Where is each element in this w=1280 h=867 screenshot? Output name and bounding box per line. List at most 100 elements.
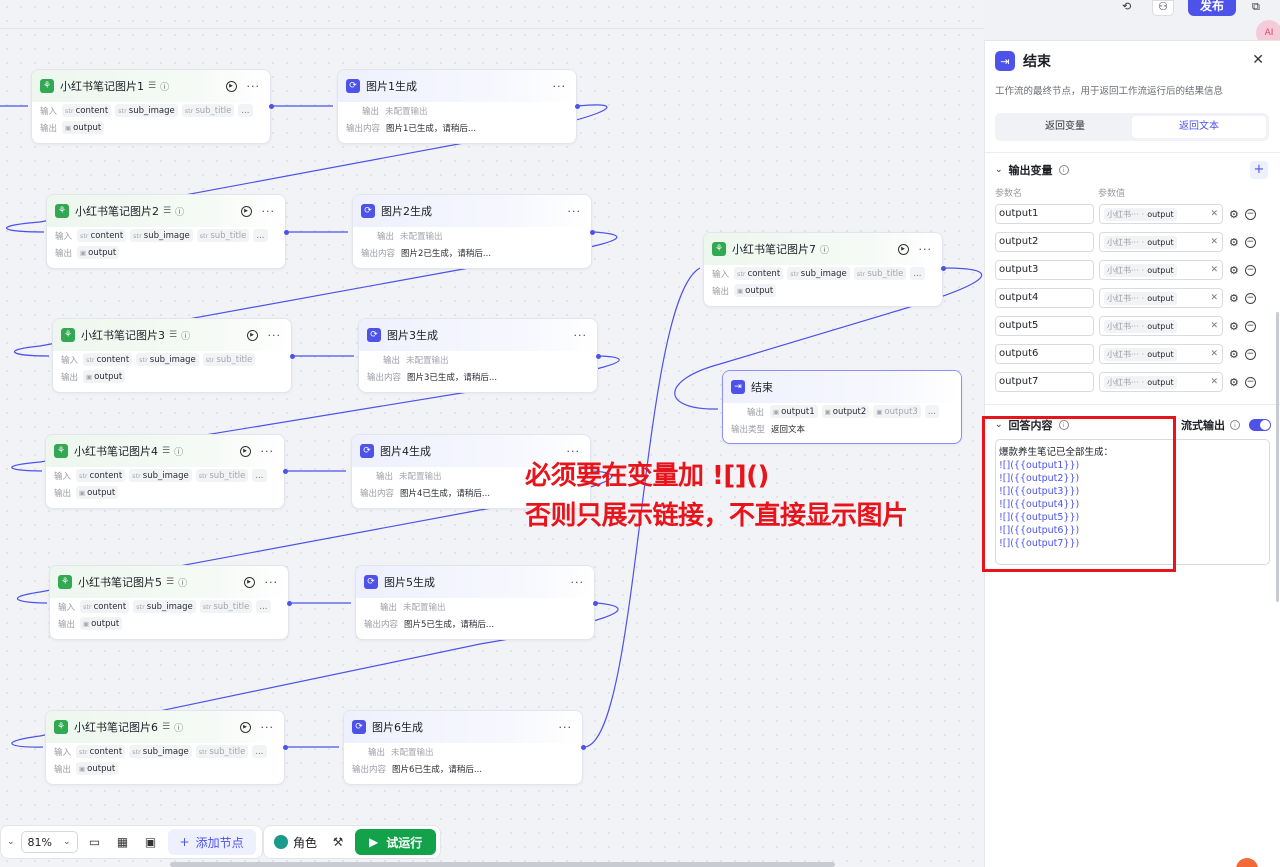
gear-icon[interactable]: ⚙ [1229, 320, 1239, 333]
workflow-canvas[interactable]: ⚘ 小红书笔记图片1 ☰ ⓘ ▶ ··· 输入 str content str su… [0, 0, 984, 867]
node-xhs-image-6[interactable]: ⚘ 小红书笔记图片6 ☰ ⓘ ▶ ··· 输入 str content str su… [45, 710, 285, 785]
gear-icon[interactable]: ⚙ [1229, 292, 1239, 305]
remove-icon[interactable]: − [1244, 264, 1256, 276]
port[interactable] [283, 745, 288, 750]
more-icon[interactable]: ··· [559, 721, 573, 734]
add-variable-button[interactable]: + [1250, 161, 1268, 179]
zoom-select[interactable]: 81% ⌄ [20, 831, 78, 853]
node-gen-image-2[interactable]: ⟳ 图片2生成 ··· 输出 未配置输出 输出内容 图片2已生成，请稍后... [352, 194, 592, 269]
port[interactable] [290, 354, 295, 359]
clear-icon[interactable]: ✕ [1210, 349, 1218, 359]
node-gen-image-3[interactable]: ⟳ 图片3生成 ··· 输出 未配置输出 输出内容 图片3已生成，请稍后... [358, 318, 598, 393]
clear-icon[interactable]: ✕ [1210, 293, 1218, 303]
var-name-input[interactable]: output1 [995, 204, 1094, 224]
more-icon[interactable]: ··· [262, 205, 276, 218]
remove-icon[interactable]: − [1244, 320, 1256, 332]
vertical-scrollbar[interactable] [1276, 312, 1279, 602]
clear-icon[interactable]: ✕ [1210, 321, 1218, 331]
clear-icon[interactable]: ✕ [1210, 237, 1218, 247]
clear-icon[interactable]: ✕ [1210, 377, 1218, 387]
var-name-input[interactable]: output4 [995, 288, 1094, 308]
port[interactable] [581, 745, 586, 750]
var-value-select[interactable]: 小红书··· · output ✕ [1099, 344, 1223, 364]
run-node-icon[interactable]: ▶ [239, 445, 251, 457]
node-xhs-image-1[interactable]: ⚘ 小红书笔记图片1 ☰ ⓘ ▶ ··· 输入 str content str su… [31, 69, 271, 144]
port[interactable] [590, 230, 595, 235]
add-node-button[interactable]: + 添加节点 [167, 829, 256, 855]
chevron-icon[interactable]: ⌄ [7, 837, 15, 847]
more-icon[interactable]: ··· [553, 80, 567, 93]
stream-toggle[interactable] [1249, 419, 1271, 431]
var-name-input[interactable]: output2 [995, 232, 1094, 252]
collaborate-icon[interactable]: ⚇ [1152, 0, 1174, 16]
var-name-input[interactable]: output3 [995, 260, 1094, 280]
remove-icon[interactable]: − [1244, 236, 1256, 248]
var-value-select[interactable]: 小红书··· · output ✕ [1099, 260, 1223, 280]
node-xhs-image-5[interactable]: ⚘ 小红书笔记图片5 ☰ ⓘ ▶ ··· 输入 str content str su… [49, 565, 289, 640]
horizontal-scrollbar[interactable] [170, 862, 835, 867]
output-vars-section[interactable]: ⌄ 输出变量 i [995, 162, 1069, 178]
port[interactable] [269, 104, 274, 109]
gear-icon[interactable]: ⚙ [1229, 208, 1239, 221]
more-icon[interactable]: ··· [574, 329, 588, 342]
node-gen-image-5[interactable]: ⟳ 图片5生成 ··· 输出 未配置输出 输出内容 图片5已生成，请稍后... [355, 565, 595, 640]
var-value-select[interactable]: 小红书··· · output ✕ [1099, 232, 1223, 252]
gear-icon[interactable]: ⚙ [1229, 264, 1239, 277]
node-end[interactable]: ⇥ 结束 输出 ▣ output1 ▣ output2 ▣ output3 ... 输… [722, 370, 962, 444]
tab-return-text[interactable]: 返回文本 [1132, 116, 1266, 138]
remove-icon[interactable]: − [1244, 348, 1256, 360]
port[interactable] [596, 354, 601, 359]
run-node-icon[interactable]: ▶ [246, 329, 258, 341]
remove-icon[interactable]: − [1244, 208, 1256, 220]
more-icon[interactable]: ··· [261, 445, 275, 458]
port[interactable] [593, 601, 598, 606]
node-xhs-image-3[interactable]: ⚘ 小红书笔记图片3 ☰ ⓘ ▶ ··· 输入 str content str su… [52, 318, 292, 393]
clear-icon[interactable]: ✕ [1210, 265, 1218, 275]
var-name-input[interactable]: output6 [995, 344, 1094, 364]
more-icon[interactable]: ··· [261, 721, 275, 734]
port[interactable] [941, 266, 946, 271]
gear-icon[interactable]: ⚙ [1229, 376, 1239, 389]
var-value-select[interactable]: 小红书··· · output ✕ [1099, 316, 1223, 336]
wrench-icon[interactable]: ⚒ [327, 835, 349, 849]
grid-icon[interactable]: ▦ [112, 835, 134, 849]
more-icon[interactable]: ··· [919, 243, 933, 256]
close-icon[interactable]: ✕ [1252, 52, 1264, 68]
node-gen-image-6[interactable]: ⟳ 图片6生成 ··· 输出 未配置输出 输出内容 图片6已生成，请稍后... [343, 710, 583, 785]
more-icon[interactable]: ··· [247, 80, 261, 93]
var-value-select[interactable]: 小红书··· · output ✕ [1099, 288, 1223, 308]
port[interactable] [283, 469, 288, 474]
var-name-input[interactable]: output7 [995, 372, 1094, 392]
comment-icon[interactable]: ▭ [84, 835, 106, 849]
run-node-icon[interactable]: ▶ [243, 576, 255, 588]
try-run-button[interactable]: ▶ 试运行 [355, 829, 437, 855]
port[interactable] [287, 601, 292, 606]
gear-icon[interactable]: ⚙ [1229, 236, 1239, 249]
history-icon[interactable]: ⟲ [1122, 0, 1131, 13]
role-button[interactable]: 角色 [270, 834, 321, 851]
var-name-input[interactable]: output5 [995, 316, 1094, 336]
run-node-icon[interactable]: ▶ [225, 80, 237, 92]
more-icon[interactable]: ··· [571, 576, 585, 589]
port[interactable] [284, 230, 289, 235]
var-value-select[interactable]: 小红书··· · output ✕ [1099, 204, 1223, 224]
var-value-select[interactable]: 小红书··· · output ✕ [1099, 372, 1223, 392]
tab-return-variables[interactable]: 返回变量 [998, 116, 1132, 138]
node-xhs-image-2[interactable]: ⚘ 小红书笔记图片2 ☰ ⓘ ▶ ··· 输入 str content str su… [46, 194, 286, 269]
gear-icon[interactable]: ⚙ [1229, 348, 1239, 361]
copy-icon[interactable]: ⧉ [1252, 0, 1260, 14]
run-node-icon[interactable]: ▶ [239, 721, 251, 733]
publish-button[interactable]: 发布 [1188, 0, 1236, 16]
more-icon[interactable]: ··· [568, 205, 582, 218]
clear-icon[interactable]: ✕ [1210, 209, 1218, 219]
remove-icon[interactable]: − [1244, 292, 1256, 304]
image-icon[interactable]: ▣ [140, 835, 162, 849]
node-xhs-image-4[interactable]: ⚘ 小红书笔记图片4 ☰ ⓘ ▶ ··· 输入 str content str su… [45, 434, 285, 509]
remove-icon[interactable]: − [1244, 376, 1256, 388]
node-gen-image-1[interactable]: ⟳ 图片1生成 ··· 输出 未配置输出 输出内容 图片1已生成，请稍后... [337, 69, 577, 144]
run-node-icon[interactable]: ▶ [240, 205, 252, 217]
more-icon[interactable]: ··· [268, 329, 282, 342]
more-icon[interactable]: ··· [265, 576, 279, 589]
port[interactable] [575, 104, 580, 109]
run-node-icon[interactable]: ▶ [897, 243, 909, 255]
